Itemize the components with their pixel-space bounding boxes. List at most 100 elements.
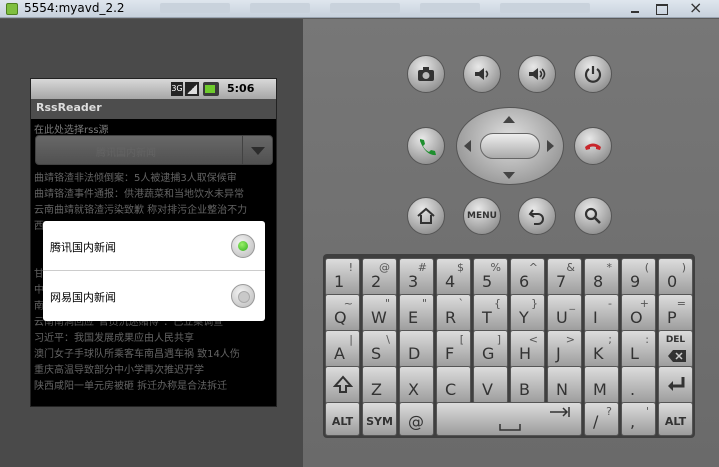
comma-key[interactable]: ', <box>621 402 656 436</box>
key-d[interactable]: D <box>399 330 434 368</box>
rss-source-dialog: 腾讯国内新闻 网易国内新闻 <box>43 221 265 321</box>
backspace-icon <box>668 350 686 362</box>
key-a[interactable]: | A <box>325 330 360 368</box>
camera-icon <box>418 67 434 81</box>
enter-key[interactable] <box>658 366 693 404</box>
key-4[interactable]: $4 <box>436 258 471 296</box>
key-s[interactable]: \ S <box>362 330 397 368</box>
shift-icon <box>333 375 353 393</box>
background-tab <box>500 3 590 13</box>
enter-icon <box>668 377 685 391</box>
power-button[interactable] <box>574 55 612 93</box>
volume-up-button[interactable] <box>518 55 556 93</box>
app-title: RssReader <box>36 101 102 114</box>
key-t[interactable]: {T <box>473 294 508 332</box>
key-3[interactable]: #3 <box>399 258 434 296</box>
key-l[interactable]: :L <box>621 330 656 368</box>
key-6[interactable]: ^ 6 <box>510 258 545 296</box>
key-r[interactable]: ` R <box>436 294 471 332</box>
dpad-up-icon[interactable] <box>503 116 515 123</box>
home-icon <box>417 207 435 224</box>
maximize-button[interactable] <box>647 0 675 18</box>
shift-key[interactable] <box>325 366 360 404</box>
volume-down-icon <box>475 68 489 80</box>
tab-arrow-icon <box>550 407 570 417</box>
dialog-option-netease[interactable]: 网易国内新闻 <box>43 271 265 321</box>
background-tab <box>420 3 480 13</box>
radio-selected-icon[interactable] <box>231 234 255 258</box>
key-h[interactable]: < H <box>510 330 545 368</box>
app-title-bar: RssReader <box>31 99 276 119</box>
key-p[interactable]: = P <box>658 294 693 332</box>
background-tab <box>250 3 310 13</box>
search-button[interactable] <box>574 197 612 235</box>
dpad-center-button[interactable] <box>480 133 540 159</box>
dpad-left-icon[interactable] <box>464 140 471 152</box>
alt-key-right[interactable]: ALT <box>658 402 693 436</box>
key-9[interactable]: (9 <box>621 258 656 296</box>
dialog-option-label: 网易国内新闻 <box>50 291 116 304</box>
key-x[interactable]: X <box>399 366 434 404</box>
key-w[interactable]: " W <box>362 294 397 332</box>
key-5[interactable]: % 5 <box>473 258 508 296</box>
status-bar: 3G 5:06 pm <box>31 79 276 108</box>
key-i[interactable]: -I <box>584 294 619 332</box>
key-b[interactable]: B <box>510 366 545 404</box>
at-key[interactable]: @ <box>399 402 434 436</box>
battery-icon <box>203 82 219 96</box>
key-0[interactable]: ) 0 <box>658 258 693 296</box>
key-k[interactable]: ; K <box>584 330 619 368</box>
window-titlebar: 5554:myavd_2.2 <box>0 0 719 18</box>
volume-up-icon <box>529 68 546 80</box>
key-e[interactable]: " E <box>399 294 434 332</box>
space-bar-icon <box>499 424 521 431</box>
key-c[interactable]: C <box>436 366 471 404</box>
volume-down-button[interactable] <box>463 55 501 93</box>
end-call-icon <box>585 143 601 150</box>
key-2[interactable]: @2 <box>362 258 397 296</box>
signal-icon <box>185 82 199 96</box>
home-button[interactable] <box>407 197 445 235</box>
back-button[interactable] <box>518 197 556 235</box>
dpad-down-icon[interactable] <box>503 172 515 179</box>
menu-button[interactable]: MENU <box>463 197 501 235</box>
delete-key[interactable]: DEL <box>658 330 693 368</box>
emulator-app-icon <box>6 3 18 15</box>
camera-button[interactable] <box>407 55 445 93</box>
key-7[interactable]: & 7 <box>547 258 582 296</box>
background-tab <box>160 3 230 13</box>
key-z[interactable]: Z <box>362 366 397 404</box>
key-q[interactable]: ~ Q <box>325 294 360 332</box>
slash-key[interactable]: ? / <box>584 402 619 436</box>
key-f[interactable]: [F <box>436 330 471 368</box>
key-1[interactable]: ! 1 <box>325 258 360 296</box>
call-button[interactable] <box>407 127 445 165</box>
dialog-option-tencent[interactable]: 腾讯国内新闻 <box>43 221 265 271</box>
radio-unselected-icon[interactable] <box>231 284 255 308</box>
key-j[interactable]: > J <box>547 330 582 368</box>
call-icon <box>420 139 436 156</box>
end-call-button[interactable] <box>574 127 612 165</box>
key-m[interactable]: M <box>584 366 619 404</box>
dpad-right-icon[interactable] <box>547 140 554 152</box>
hardware-keyboard: ! 1 @2 #3 $4 % 5 ^ 6 & 7 * 8 (9 ) 0 ~ Q " W " E `… <box>323 254 695 438</box>
key-u[interactable]: _ U <box>547 294 582 332</box>
sym-key[interactable]: SYM <box>362 402 397 436</box>
key-v[interactable]: V <box>473 366 508 404</box>
key-g[interactable]: ] G <box>473 330 508 368</box>
key-n[interactable]: N <box>547 366 582 404</box>
key-o[interactable]: + O <box>621 294 656 332</box>
search-icon <box>584 207 601 224</box>
back-icon <box>528 209 544 225</box>
window-title: 5554:myavd_2.2 <box>24 1 125 15</box>
background-tab <box>330 3 400 13</box>
close-button[interactable] <box>673 0 717 18</box>
key-8[interactable]: * 8 <box>584 258 619 296</box>
space-key[interactable] <box>436 402 582 436</box>
dialog-option-label: 腾讯国内新闻 <box>50 241 116 254</box>
key-period[interactable]: . <box>621 366 656 404</box>
alt-key-left[interactable]: ALT <box>325 402 360 436</box>
power-icon <box>584 66 602 83</box>
key-y[interactable]: } Y <box>510 294 545 332</box>
minimize-button[interactable] <box>621 0 649 18</box>
